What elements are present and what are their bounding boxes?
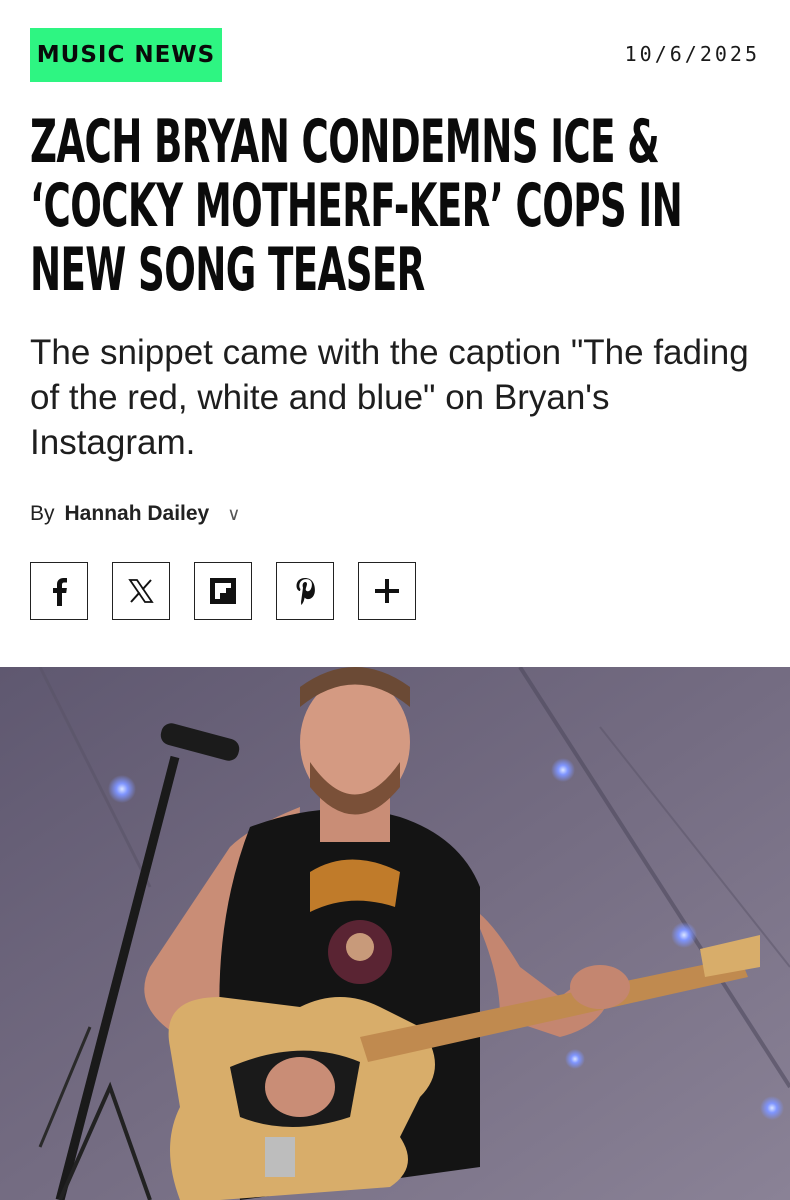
section-tag-label: MUSIC NEWS bbox=[36, 42, 216, 68]
share-pinterest-button[interactable] bbox=[276, 562, 334, 620]
facebook-icon bbox=[53, 578, 67, 606]
share-buttons bbox=[30, 562, 440, 620]
article-subheading: The snippet came with the caption "The f… bbox=[30, 333, 749, 462]
byline-prefix: By bbox=[30, 502, 55, 525]
share-facebook-button[interactable] bbox=[30, 562, 88, 620]
chevron-down-icon[interactable]: ∨ bbox=[227, 504, 240, 525]
pinterest-icon bbox=[296, 578, 315, 605]
author-name[interactable]: Hannah Dailey bbox=[65, 502, 210, 526]
plus-icon bbox=[375, 579, 399, 603]
share-more-button[interactable] bbox=[358, 562, 416, 620]
share-flipboard-button[interactable] bbox=[194, 562, 252, 620]
publish-date: 10/6/2025 bbox=[624, 42, 760, 66]
article-header-bar: MUSIC NEWS 10/6/2025 bbox=[30, 28, 760, 82]
byline: By Hannah Dailey ∨ bbox=[30, 500, 240, 528]
headline: ZACH BRYAN CONDEMNS ICE & ‘COCKY MOTHERF… bbox=[30, 107, 683, 305]
share-x-button[interactable] bbox=[112, 562, 170, 620]
hero-image bbox=[0, 667, 790, 1200]
x-icon bbox=[128, 579, 154, 603]
flipboard-icon bbox=[210, 578, 236, 604]
section-tag[interactable]: MUSIC NEWS bbox=[30, 28, 222, 82]
performer-photo bbox=[0, 667, 790, 1200]
